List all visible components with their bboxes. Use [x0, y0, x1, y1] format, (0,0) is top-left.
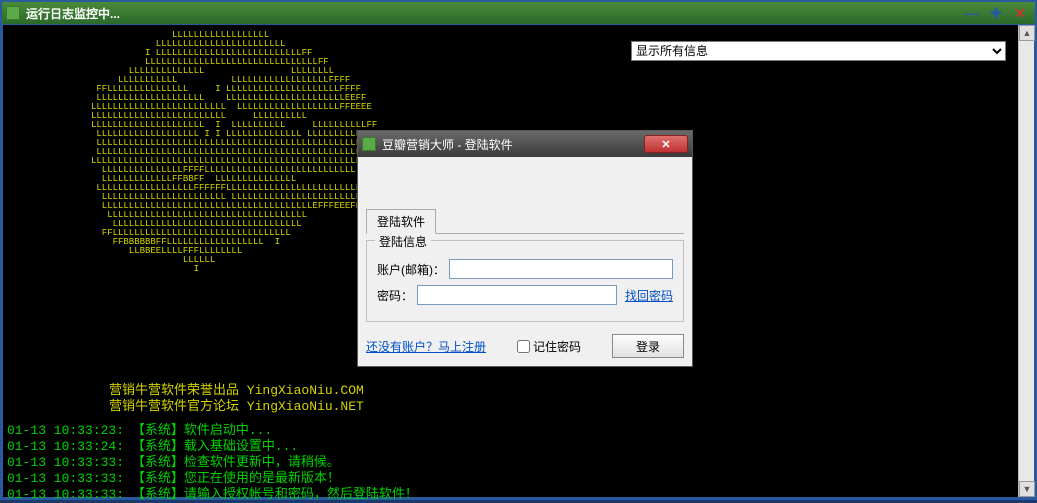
minimize-button[interactable]: —	[961, 5, 983, 21]
account-label: 账户(邮箱)：	[377, 261, 445, 278]
password-row: 密码： 找回密码	[377, 285, 673, 305]
dialog-body: 登陆软件 登陆信息 账户(邮箱)： 密码： 找回密码 还没有账户？马上注册 记住…	[358, 157, 692, 366]
credits: 营销牛营软件荣誉出品 YingXiaoNiu.COM 营销牛营软件官方论坛 Yi…	[109, 383, 364, 415]
password-label: 密码：	[377, 287, 413, 304]
account-input[interactable]	[449, 259, 673, 279]
maximize-button[interactable]: ✚	[985, 5, 1007, 21]
log-line: 01-13 10:33:24: 【系统】载入基础设置中...	[7, 439, 418, 455]
remember-checkbox-label[interactable]: 记住密码	[517, 338, 581, 355]
remember-checkbox[interactable]	[517, 340, 530, 353]
tab-login[interactable]: 登陆软件	[366, 209, 436, 234]
log-line: 01-13 10:33:33: 【系统】您正在使用的是最新版本！	[7, 471, 418, 487]
scroll-up-button[interactable]: ▲	[1019, 25, 1035, 41]
login-groupbox: 登陆信息 账户(邮箱)： 密码： 找回密码	[366, 240, 684, 322]
window-controls: — ✚ ✕	[961, 5, 1031, 21]
filter-select[interactable]: 显示所有信息	[631, 41, 1006, 61]
password-input[interactable]	[417, 285, 617, 305]
login-dialog: 豆瓣营销大师 - 登陆软件 ✕ 登陆软件 登陆信息 账户(邮箱)： 密码： 找回…	[357, 130, 693, 367]
forgot-password-link[interactable]: 找回密码	[625, 287, 673, 304]
close-button[interactable]: ✕	[1009, 5, 1031, 21]
action-row: 还没有账户？马上注册 记住密码 登录	[366, 334, 684, 358]
ascii-art: LLLLLLLLLLLLLLLLLL LLLLLLLLLLLLLLLLLLLLL…	[91, 31, 377, 274]
vertical-scrollbar[interactable]: ▲ ▼	[1018, 25, 1034, 497]
app-icon	[6, 6, 20, 20]
dialog-close-button[interactable]: ✕	[644, 135, 688, 153]
credit-line-2: 营销牛营软件官方论坛 YingXiaoNiu.NET	[109, 399, 364, 415]
group-legend: 登陆信息	[375, 233, 431, 250]
credit-line-1: 营销牛营软件荣誉出品 YingXiaoNiu.COM	[109, 383, 364, 399]
dialog-app-icon	[362, 137, 376, 151]
tab-row: 登陆软件	[366, 209, 684, 234]
dialog-titlebar[interactable]: 豆瓣营销大师 - 登陆软件 ✕	[358, 131, 692, 157]
log-line: 01-13 10:33:33: 【系统】请输入授权帐号和密码，然后登陆软件！	[7, 487, 418, 503]
register-link[interactable]: 还没有账户？马上注册	[366, 338, 486, 355]
scroll-down-button[interactable]: ▼	[1019, 481, 1035, 497]
dialog-title: 豆瓣营销大师 - 登陆软件	[382, 136, 644, 153]
log-lines: 01-13 10:33:23: 【系统】软件启动中... 01-13 10:33…	[7, 423, 418, 503]
account-row: 账户(邮箱)：	[377, 259, 673, 279]
main-titlebar[interactable]: 运行日志监控中... — ✚ ✕	[2, 2, 1035, 24]
login-button[interactable]: 登录	[612, 334, 684, 358]
window-title: 运行日志监控中...	[26, 5, 961, 22]
log-line: 01-13 10:33:23: 【系统】软件启动中...	[7, 423, 418, 439]
log-line: 01-13 10:33:33: 【系统】检查软件更新中，请稍候。	[7, 455, 418, 471]
remember-label: 记住密码	[533, 338, 581, 355]
